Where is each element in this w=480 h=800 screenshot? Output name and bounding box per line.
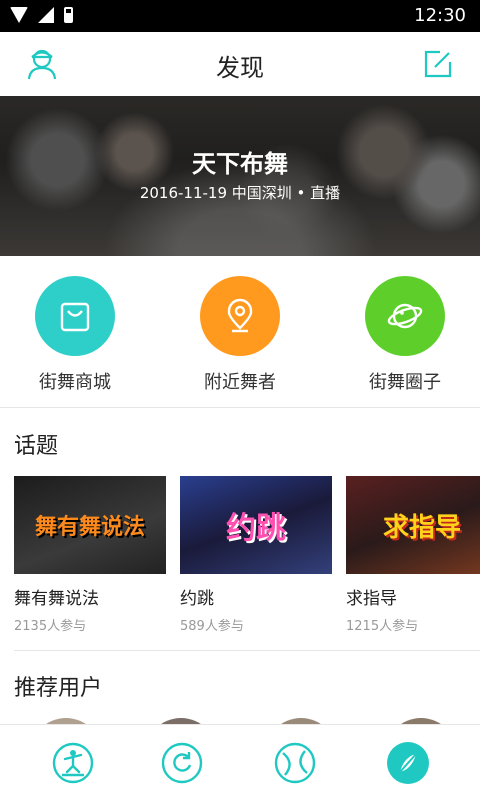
topic-count: 1215人参与 (346, 619, 419, 634)
edit-icon (424, 50, 452, 78)
banner-subtitle: 2016-11-19 中国深圳 • 直播 (139, 184, 341, 202)
status-bar: 12:30 (0, 0, 480, 32)
tab-discover[interactable] (386, 741, 430, 785)
page-title: 发现 (216, 54, 264, 82)
planet-icon (387, 303, 423, 329)
topic-name: 约跳 (180, 589, 214, 609)
banner-title: 天下布舞 (192, 150, 288, 178)
topic-thumbnail: 求指导 (346, 476, 480, 574)
bottom-tab-bar (0, 724, 480, 800)
topic-card[interactable]: 求指导 求指导 1215人参与 (346, 476, 480, 634)
compose-button[interactable] (418, 44, 458, 84)
topic-thumbnail: 舞有舞说法 (14, 476, 166, 574)
ball-icon (274, 742, 316, 784)
entry-nearby[interactable]: 附近舞者 (180, 276, 300, 394)
topic-count: 589人参与 (180, 619, 244, 634)
topic-name: 舞有舞说法 (14, 589, 99, 609)
entry-circle[interactable]: 街舞圈子 (345, 276, 465, 394)
topic-card[interactable]: 舞有舞说法 舞有舞说法 2135人参与 (14, 476, 166, 634)
entry-nearby-label: 附近舞者 (204, 372, 276, 393)
topics-section-title: 话题 (14, 434, 59, 459)
feature-entries: 街舞商城 附近舞者 街舞圈子 (0, 256, 480, 408)
wifi-icon (10, 7, 28, 23)
battery-icon (64, 7, 73, 23)
tab-dance[interactable] (51, 741, 95, 785)
dancer-icon (52, 742, 94, 784)
entry-circle-circle (365, 276, 445, 356)
topic-thumbnail: 约跳 (180, 476, 332, 574)
section-divider (14, 650, 480, 651)
topic-name: 求指导 (346, 589, 397, 609)
entry-shop-label: 街舞商城 (39, 372, 111, 393)
event-banner[interactable]: 天下布舞 2016-11-19 中国深圳 • 直播 (0, 96, 480, 256)
status-time: 12:30 (414, 5, 466, 26)
app-bar: 发现 (0, 32, 480, 96)
topic-count: 2135人参与 (14, 619, 87, 634)
entry-circle-label: 街舞圈子 (369, 372, 441, 393)
topic-thumb-text: 求指导 (382, 512, 461, 543)
discover-compass-icon (387, 742, 429, 784)
tab-refresh[interactable] (160, 741, 204, 785)
topics-carousel[interactable]: 舞有舞说法 舞有舞说法 2135人参与 约跳 约跳 589人参与 求指导 求指导… (14, 476, 480, 636)
entry-shop-circle (35, 276, 115, 356)
topic-thumb-text: 约跳 (226, 511, 286, 546)
refresh-circle-icon (161, 742, 203, 784)
entry-nearby-circle (200, 276, 280, 356)
shopping-bag-icon (60, 302, 90, 332)
location-pin-icon (227, 298, 253, 333)
topic-card[interactable]: 约跳 约跳 589人参与 (180, 476, 332, 634)
recommend-section-title: 推荐用户 (14, 676, 103, 701)
status-icons (10, 7, 73, 23)
topic-thumb-text: 舞有舞说法 (34, 515, 145, 540)
entry-shop[interactable]: 街舞商城 (15, 276, 135, 394)
tab-ball[interactable] (273, 741, 317, 785)
signal-icon (38, 7, 54, 23)
